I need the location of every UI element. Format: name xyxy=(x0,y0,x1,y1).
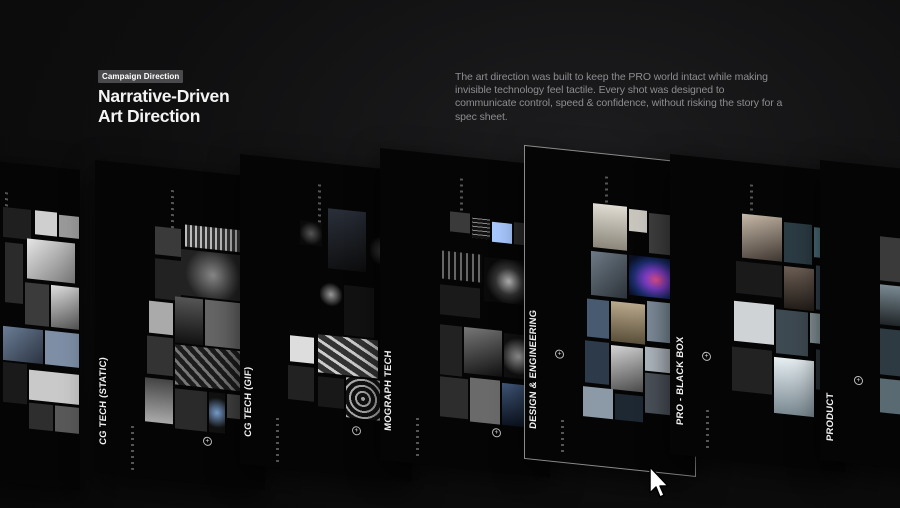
image-tile xyxy=(440,284,480,319)
image-tile xyxy=(209,391,225,434)
image-tile xyxy=(492,221,512,244)
add-icon[interactable]: + xyxy=(203,436,212,447)
image-tile xyxy=(147,335,173,377)
image-tile xyxy=(149,300,173,336)
add-icon[interactable]: + xyxy=(854,375,863,386)
image-tile xyxy=(290,335,314,364)
moodboard-card-1[interactable] xyxy=(0,160,80,490)
page-title: Narrative-Driven Art Direction xyxy=(98,86,318,126)
add-icon[interactable]: + xyxy=(352,425,361,436)
image-tile xyxy=(59,214,79,239)
board-meta-text xyxy=(416,417,419,459)
image-tile xyxy=(344,284,374,339)
image-tile xyxy=(880,378,900,417)
image-tile xyxy=(29,369,79,405)
image-tile xyxy=(318,376,344,409)
pointer-cursor-icon xyxy=(649,466,669,498)
board-meta-text xyxy=(706,409,709,451)
image-tile xyxy=(784,221,812,265)
image-tile xyxy=(35,210,57,237)
image-tile xyxy=(593,203,627,251)
moodboard-card-pro-black-box[interactable]: PRO - BLACK BOX + xyxy=(670,154,845,473)
image-tile xyxy=(288,365,314,402)
image-tile xyxy=(734,300,774,345)
image-tile xyxy=(611,345,643,393)
image-tile xyxy=(29,402,53,432)
image-tile xyxy=(51,284,79,330)
image-tile xyxy=(611,301,645,345)
image-tile xyxy=(472,217,490,240)
image-tile xyxy=(346,377,380,421)
image-tile xyxy=(185,224,245,253)
image-tile xyxy=(440,376,468,420)
image-tile xyxy=(880,236,900,285)
board-meta-text xyxy=(171,189,174,231)
image-tile xyxy=(205,299,243,350)
page-title-line-2: Art Direction xyxy=(98,106,201,126)
image-tile xyxy=(470,377,500,425)
image-tile xyxy=(732,346,772,395)
image-tile xyxy=(155,258,181,302)
image-tile xyxy=(464,326,502,377)
image-tile xyxy=(175,296,203,346)
board-label: MOGRAPH TECH xyxy=(383,349,394,432)
image-tile xyxy=(27,238,75,284)
image-tile xyxy=(591,250,627,299)
image-tile xyxy=(615,393,643,423)
image-tile xyxy=(175,344,243,392)
add-icon[interactable]: + xyxy=(492,427,501,438)
image-tile xyxy=(450,211,470,234)
image-tile xyxy=(145,377,173,425)
image-tile xyxy=(742,213,782,262)
board-label: CG TECH (GIF) xyxy=(243,366,254,438)
image-tile xyxy=(587,298,609,339)
board-meta-text xyxy=(561,419,564,457)
image-tile xyxy=(880,328,900,379)
image-tile xyxy=(583,386,613,420)
board-meta-text xyxy=(276,417,279,463)
image-tile xyxy=(629,208,647,233)
moodboard-card-product[interactable]: PRODUCT + xyxy=(820,160,900,473)
image-tile xyxy=(45,330,79,368)
image-tile xyxy=(320,280,342,309)
image-tile xyxy=(3,325,43,365)
image-tile xyxy=(318,334,378,379)
image-tile xyxy=(3,206,31,240)
image-tile xyxy=(300,220,322,247)
board-label: PRODUCT xyxy=(825,392,836,442)
image-tile xyxy=(736,260,782,298)
image-tile xyxy=(5,242,23,304)
image-tile xyxy=(784,265,814,312)
image-tile xyxy=(3,361,27,405)
page-background: Campaign Direction Narrative-Driven Art … xyxy=(0,0,900,508)
board-label: CG TECH (STATIC) xyxy=(98,356,109,446)
image-tile xyxy=(440,324,462,377)
add-icon[interactable]: + xyxy=(702,351,711,362)
image-tile xyxy=(181,249,245,302)
image-tile xyxy=(880,284,900,329)
image-tile xyxy=(774,356,814,418)
board-meta-text xyxy=(131,425,134,471)
section-description: The art direction was built to keep the … xyxy=(455,71,783,123)
section-badge: Campaign Direction xyxy=(98,70,184,83)
page-title-line-1: Narrative-Driven xyxy=(98,86,230,106)
image-tile xyxy=(55,405,79,434)
image-tile xyxy=(175,388,207,432)
image-tile xyxy=(442,250,482,283)
board-label: PRO - BLACK BOX xyxy=(675,336,686,426)
image-tile xyxy=(585,340,609,385)
image-tile xyxy=(328,208,366,273)
image-tile xyxy=(776,309,808,357)
board-label: DESIGN & ENGINEERING xyxy=(528,309,539,430)
image-tile xyxy=(25,282,49,327)
image-tile xyxy=(155,226,181,258)
add-icon[interactable]: + xyxy=(555,349,564,360)
